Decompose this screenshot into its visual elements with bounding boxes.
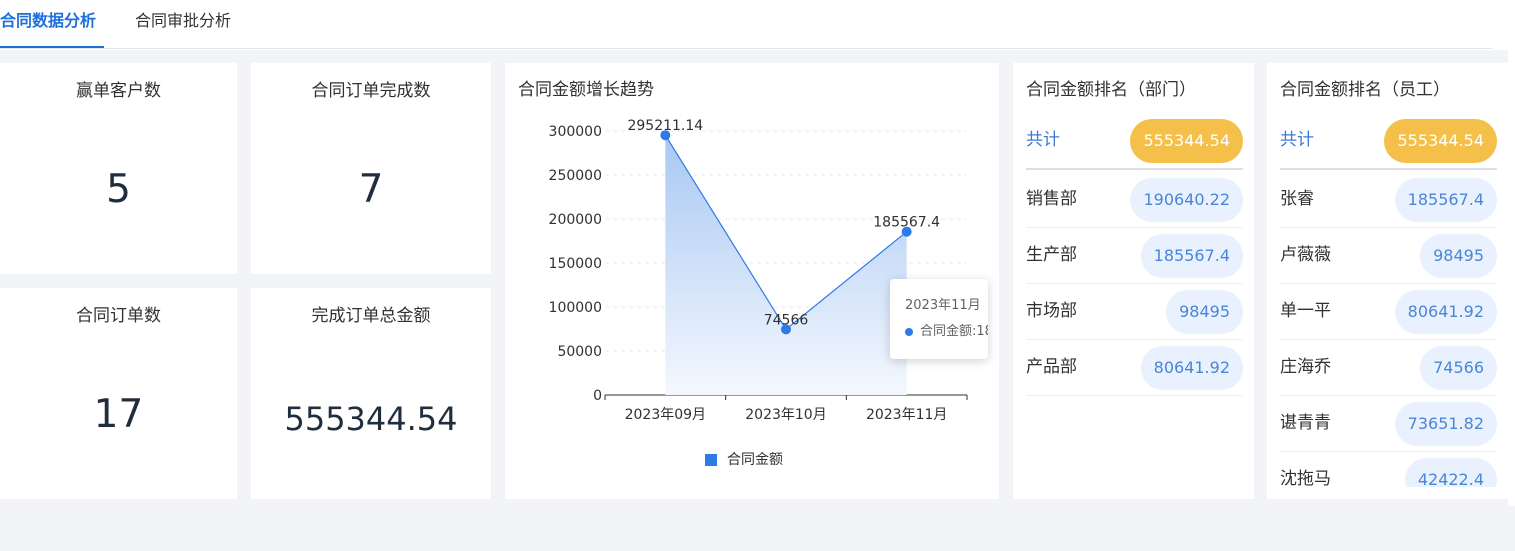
stat-card-completed-amount: 完成订单总金额 555344.54 <box>251 288 491 499</box>
ranking-name: 销售部 <box>1026 189 1077 209</box>
ranking-value-badge: 190640.22 <box>1130 178 1243 222</box>
chart-tooltip: 2023年11月 合同金额:185567.4 <box>890 279 988 359</box>
data-label: 74566 <box>764 312 809 328</box>
y-tick-label: 0 <box>593 388 602 404</box>
staff-ranking-title: 合同金额排名（员工） <box>1280 80 1450 100</box>
ranking-name: 庄海乔 <box>1280 357 1331 377</box>
stat-value: 7 <box>358 167 384 212</box>
ranking-row: 张睿 185567.4 <box>1280 171 1497 228</box>
ranking-row: 卢薇薇 98495 <box>1280 227 1497 284</box>
ranking-name: 沈拖马 <box>1280 469 1331 487</box>
stat-card-won-customers: 赢单客户数 5 <box>0 63 237 274</box>
dept-ranking-list[interactable]: 销售部 190640.22 生产部 185567.4 市场部 98495 产品部… <box>1013 171 1254 551</box>
ranking-row: 沈拖马 42422.4 <box>1280 451 1497 487</box>
stat-card-total-orders: 合同订单数 17 <box>0 288 237 499</box>
y-tick-label: 200000 <box>549 212 602 228</box>
ranking-name: 谌青青 <box>1280 413 1331 433</box>
ranking-value-badge: 80641.92 <box>1394 290 1497 334</box>
ranking-name: 张睿 <box>1280 189 1314 209</box>
stat-title: 完成订单总金额 <box>311 306 431 326</box>
data-label: 295211.14 <box>627 118 703 134</box>
page-scrollbar[interactable] <box>1508 0 1515 506</box>
tab-contract-approval-analysis[interactable]: 合同审批分析 <box>135 11 231 31</box>
ranking-value-badge: 98495 <box>1166 290 1243 334</box>
total-label: 共计 <box>1026 130 1060 150</box>
y-tick-label: 100000 <box>549 300 602 316</box>
staff-total-row: 共计 555344.54 <box>1280 112 1497 170</box>
stat-value: 5 <box>106 167 131 212</box>
total-label: 共计 <box>1280 130 1314 150</box>
total-value-badge: 555344.54 <box>1130 119 1243 163</box>
dept-ranking-title: 合同金额排名（部门） <box>1026 80 1196 100</box>
y-tick-label: 50000 <box>557 344 602 360</box>
dept-total-row: 共计 555344.54 <box>1026 112 1243 170</box>
x-tick-label: 2023年10月 <box>745 407 826 423</box>
ranking-value-badge: 80641.92 <box>1140 346 1243 390</box>
ranking-value-badge: 185567.4 <box>1394 178 1497 222</box>
dept-ranking-card: 合同金额排名（部门） 共计 555344.54 销售部 190640.22 生产… <box>1013 63 1254 499</box>
staff-ranking-list[interactable]: 张睿 185567.4 卢薇薇 98495 单一平 80641.92 庄海乔 7… <box>1267 171 1508 487</box>
ranking-row: 市场部 98495 <box>1026 283 1243 340</box>
legend-swatch[interactable] <box>705 454 717 466</box>
x-tick-label: 2023年11月 <box>866 407 947 423</box>
tab-contract-data-analysis[interactable]: 合同数据分析 <box>0 11 96 31</box>
ranking-name: 卢薇薇 <box>1280 245 1331 265</box>
ranking-value-badge: 42422.4 <box>1404 458 1497 487</box>
ranking-row: 生产部 185567.4 <box>1026 227 1243 284</box>
tooltip-series-dot <box>905 328 913 336</box>
stat-value: 17 <box>93 392 144 437</box>
stat-title: 赢单客户数 <box>76 81 161 101</box>
ranking-row: 产品部 80641.92 <box>1026 339 1243 396</box>
trend-chart-card: 合同金额增长趋势 0 50000 100000 150000 200000 250000 3… <box>505 63 999 499</box>
series-area <box>665 135 907 395</box>
ranking-row: 单一平 80641.92 <box>1280 283 1497 340</box>
ranking-value-badge: 73651.82 <box>1394 402 1497 446</box>
ranking-name: 单一平 <box>1280 301 1331 321</box>
ranking-name: 市场部 <box>1026 301 1077 321</box>
ranking-row: 谌青青 73651.82 <box>1280 395 1497 452</box>
total-value-badge: 555344.54 <box>1384 119 1497 163</box>
y-tick-label: 300000 <box>549 124 602 140</box>
tooltip-title: 2023年11月 <box>905 298 981 313</box>
y-tick-label: 150000 <box>549 256 602 272</box>
stat-title: 合同订单完成数 <box>311 81 431 101</box>
tooltip-value: 合同金额:185567.4 <box>920 324 988 339</box>
data-label: 185567.4 <box>873 215 940 231</box>
ranking-value-badge: 98495 <box>1420 234 1497 278</box>
ranking-name: 生产部 <box>1026 245 1077 265</box>
staff-ranking-card: 合同金额排名（员工） 共计 555344.54 张睿 185567.4 卢薇薇 … <box>1267 63 1508 499</box>
stat-title: 合同订单数 <box>76 306 161 326</box>
y-tick-label: 250000 <box>549 168 602 184</box>
tab-divider <box>0 48 1493 49</box>
ranking-name: 产品部 <box>1026 357 1077 377</box>
ranking-value-badge: 185567.4 <box>1140 234 1243 278</box>
tab-bar: 合同数据分析 合同审批分析 <box>0 0 1515 50</box>
stat-value: 555344.54 <box>284 400 458 438</box>
ranking-value-badge: 74566 <box>1420 346 1497 390</box>
x-tick-label: 2023年09月 <box>625 407 706 423</box>
legend-label[interactable]: 合同金额 <box>727 451 783 469</box>
ranking-row: 庄海乔 74566 <box>1280 339 1497 396</box>
ranking-row: 销售部 190640.22 <box>1026 171 1243 228</box>
stat-card-completed-orders: 合同订单完成数 7 <box>251 63 491 274</box>
